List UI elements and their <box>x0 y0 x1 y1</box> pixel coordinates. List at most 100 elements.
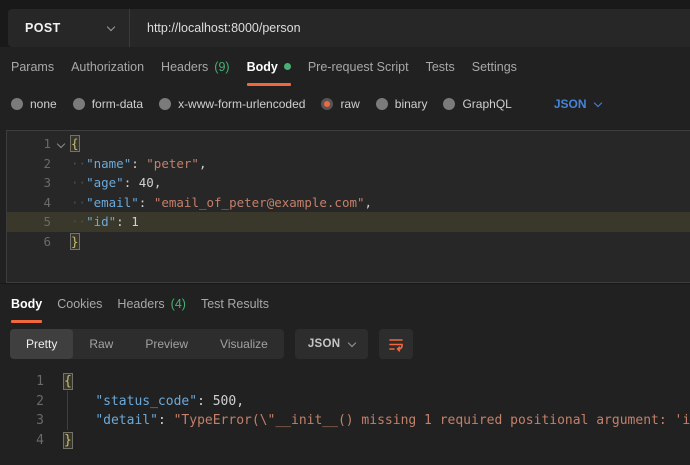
tab-label: Headers <box>117 297 164 311</box>
tab-tests[interactable]: Tests <box>426 47 455 86</box>
tab-count: (4) <box>171 297 186 311</box>
code-text[interactable]: ··"email": "email_of_peter@example.com", <box>71 193 690 213</box>
fold-gutter <box>51 154 71 174</box>
token-dots: ·· <box>71 156 86 171</box>
code-line[interactable]: 4} <box>0 431 690 451</box>
raw-language-select[interactable]: JSON <box>554 97 601 111</box>
response-tab-cookies[interactable]: Cookies <box>57 284 102 323</box>
code-line[interactable]: 1{ <box>0 372 690 392</box>
response-language-label: JSON <box>308 338 341 350</box>
token-key: "detail" <box>95 413 158 428</box>
tab-count: (9) <box>214 60 229 74</box>
fold-gutter <box>51 193 71 213</box>
token-punc: : <box>197 394 213 409</box>
wrap-text-icon <box>387 335 405 354</box>
tab-label: Cookies <box>57 297 102 311</box>
body-mode-form-data[interactable]: form-data <box>73 97 143 111</box>
chevron-down-icon <box>107 22 115 30</box>
code-text[interactable]: { <box>71 134 690 154</box>
token-key: "name" <box>86 156 131 171</box>
response-tab-headers[interactable]: Headers (4) <box>117 284 186 323</box>
tab-params[interactable]: Params <box>11 47 54 86</box>
line-number: 2 <box>7 154 51 174</box>
token-punc: , <box>236 394 244 409</box>
view-mode-preview[interactable]: Preview <box>129 329 204 359</box>
fold-chevron-icon[interactable] <box>51 134 71 154</box>
fold-gutter <box>51 173 71 193</box>
request-url-row: POST http://localhost:8000/person <box>0 0 690 47</box>
radio-icon <box>443 98 455 110</box>
token-num: 500 <box>213 394 236 409</box>
token-str: "peter" <box>146 156 199 171</box>
token-brace: } <box>71 234 79 249</box>
wrap-text-button[interactable] <box>379 329 413 359</box>
code-text[interactable]: ··"age": 40, <box>71 173 690 193</box>
radio-icon <box>376 98 388 110</box>
tab-body[interactable]: Body <box>247 47 291 86</box>
body-mode-none[interactable]: none <box>11 97 57 111</box>
line-number: 2 <box>0 392 44 412</box>
token-dots: ·· <box>71 175 86 190</box>
token-str: "email_of_peter@example.com" <box>154 195 365 210</box>
code-text[interactable]: } <box>71 232 690 252</box>
token-brace: { <box>64 374 72 389</box>
response-body-editor[interactable]: 1{2 "status_code": 500,3 "detail": "Type… <box>0 365 690 450</box>
token-str: "TypeError(\"__init__() missing 1 requir… <box>174 413 690 428</box>
token-punc: : <box>139 195 154 210</box>
response-language-select[interactable]: JSON <box>295 329 369 359</box>
code-line[interactable]: 5··"id": 1 <box>7 212 690 232</box>
code-text[interactable]: ··"id": 1 <box>71 212 690 232</box>
code-line[interactable]: 2 "status_code": 500, <box>0 392 690 412</box>
code-text[interactable]: ··"name": "peter", <box>71 154 690 174</box>
token-num: 40 <box>139 175 154 190</box>
line-number: 1 <box>7 134 51 154</box>
radio-selected-icon <box>321 98 333 110</box>
token-dots: ·· <box>71 195 86 210</box>
tab-label: Tests <box>426 60 455 74</box>
method-dropdown[interactable]: POST <box>8 9 129 47</box>
url-input[interactable]: http://localhost:8000/person <box>130 9 690 47</box>
body-mode-x-www-form-urlencoded[interactable]: x-www-form-urlencoded <box>159 97 305 111</box>
view-mode-raw[interactable]: Raw <box>73 329 129 359</box>
response-tabs: Body Cookies Headers (4) Test Results <box>0 284 690 323</box>
token-punc <box>64 413 95 428</box>
fold-gutter <box>44 372 64 392</box>
token-punc: : <box>124 175 139 190</box>
view-mode-pretty[interactable]: Pretty <box>10 329 73 359</box>
tab-settings[interactable]: Settings <box>472 47 517 86</box>
code-line[interactable]: 1{ <box>7 134 690 154</box>
body-mode-raw[interactable]: raw <box>321 97 359 111</box>
body-mode-graphql[interactable]: GraphQL <box>443 97 511 111</box>
fold-gutter <box>44 411 64 431</box>
response-tab-test-results[interactable]: Test Results <box>201 284 269 323</box>
fold-gutter <box>51 232 71 252</box>
code-text[interactable]: } <box>64 431 690 451</box>
request-body-editor[interactable]: 1{2··"name": "peter",3··"age": 40,4··"em… <box>6 130 690 283</box>
code-line[interactable]: 3 ··"age": 40, <box>7 173 690 193</box>
token-punc <box>64 394 95 409</box>
code-line[interactable]: 4··"email": "email_of_peter@example.com"… <box>7 193 690 213</box>
tab-authorization[interactable]: Authorization <box>71 47 144 86</box>
token-punc: : <box>131 156 146 171</box>
code-line[interactable]: 3 "detail": "TypeError(\"__init__() miss… <box>0 411 690 431</box>
tab-headers[interactable]: Headers(9) <box>161 47 230 86</box>
token-key: "age" <box>86 175 124 190</box>
token-punc: , <box>199 156 207 171</box>
code-text[interactable]: { <box>64 372 690 392</box>
token-key: "email" <box>86 195 139 210</box>
url-bar: POST http://localhost:8000/person <box>8 9 690 47</box>
code-text[interactable]: "detail": "TypeError(\"__init__() missin… <box>64 411 690 431</box>
line-number: 3 <box>0 411 44 431</box>
tab-label: Test Results <box>201 297 269 311</box>
token-key: "id" <box>86 214 116 229</box>
code-text[interactable]: "status_code": 500, <box>64 392 690 412</box>
tab-pre-request-script[interactable]: Pre-request Script <box>308 47 409 86</box>
token-punc: , <box>365 195 373 210</box>
response-tab-body[interactable]: Body <box>11 284 42 323</box>
code-line[interactable]: 2 ··"name": "peter", <box>7 154 690 174</box>
token-brace: { <box>71 136 79 151</box>
line-number: 3 <box>7 173 51 193</box>
code-line[interactable]: 6} <box>7 232 690 252</box>
body-mode-binary[interactable]: binary <box>376 97 428 111</box>
view-mode-visualize[interactable]: Visualize <box>204 329 284 359</box>
